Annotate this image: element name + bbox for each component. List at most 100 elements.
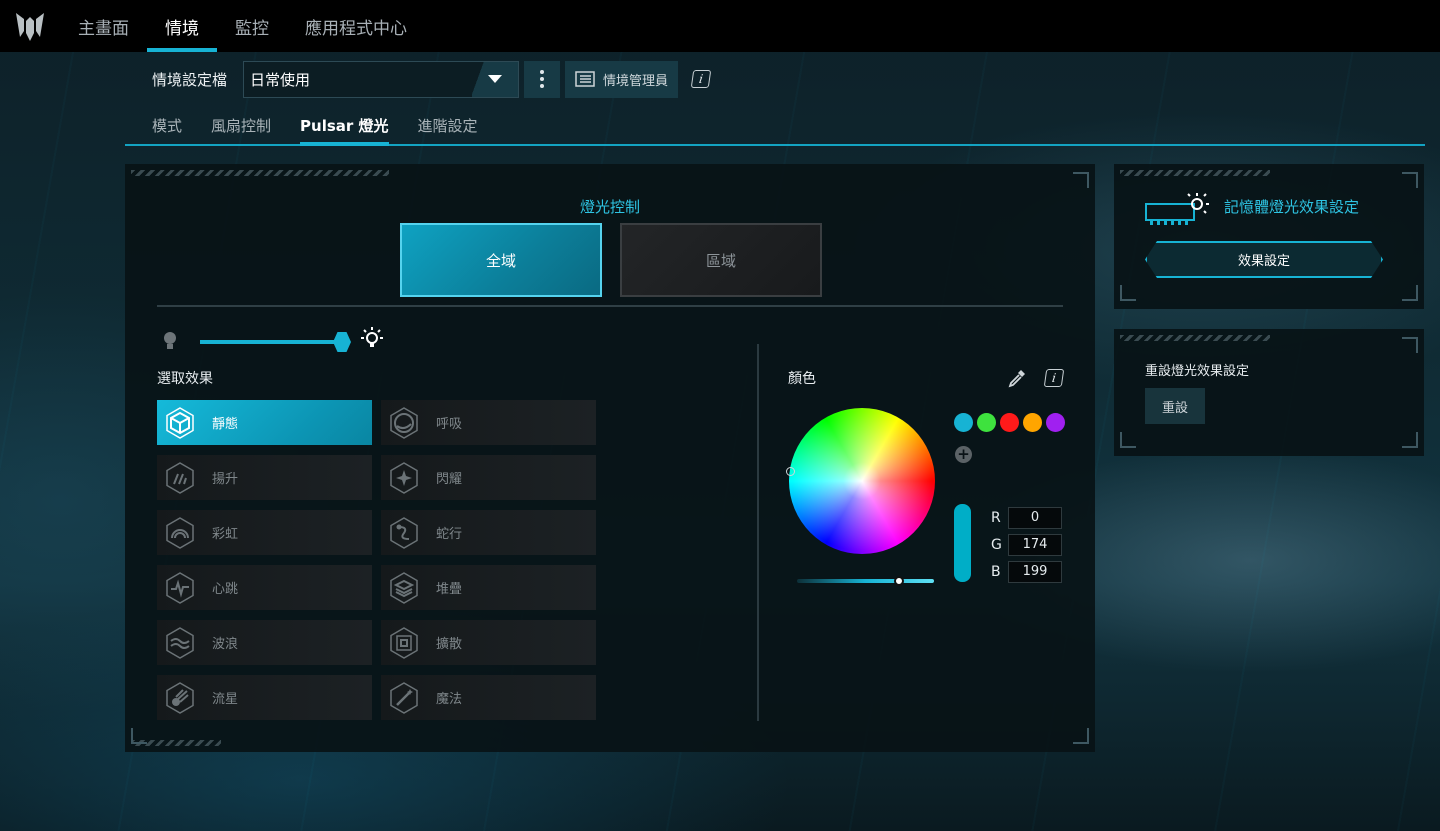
panel-corner <box>1073 728 1089 744</box>
predator-logo-icon <box>0 0 60 52</box>
effect-label: 堆疊 <box>436 582 463 597</box>
effect-settings-button[interactable]: 效果設定 <box>1145 241 1383 278</box>
effect-label: 蛇行 <box>436 527 463 542</box>
effect-button-rise[interactable]: 揚升 <box>157 455 372 500</box>
profile-manager-button[interactable]: 情境管理員 <box>565 60 679 98</box>
sub-tabs: 模式 風扇控制 Pulsar 燈光 進階設定 <box>125 108 1425 146</box>
rise-icon <box>164 461 196 494</box>
snake-icon <box>388 516 420 549</box>
effect-button-heartbeat[interactable]: 心跳 <box>157 565 372 610</box>
effect-label: 閃耀 <box>436 472 463 487</box>
effect-label: 揚升 <box>212 472 239 487</box>
top-nav: 主畫面 情境 監控 應用程式中心 <box>0 0 1440 52</box>
color-title: 顏色 <box>788 371 816 387</box>
lighting-panel: 燈光控制 全域 區域 選取效果 靜態 呼吸揚升 閃耀彩虹 蛇行心跳 堆疊波浪 擴散流星 魔法… <box>125 164 1095 752</box>
eyedropper-icon[interactable] <box>1007 368 1027 388</box>
info-icon[interactable]: i <box>690 70 712 88</box>
color-swatch[interactable] <box>954 413 973 432</box>
stack-icon <box>388 571 420 604</box>
profile-row: 情境設定檔 日常使用 情境管理員 i <box>152 60 712 98</box>
effect-button-cube[interactable]: 靜態 <box>157 400 372 445</box>
color-wheel-picker[interactable] <box>786 467 795 476</box>
tab-fan-control[interactable]: 風扇控制 <box>211 108 271 144</box>
divider <box>157 305 1063 307</box>
color-swatches <box>954 413 1065 432</box>
panel-corner <box>1120 432 1136 448</box>
memory-lighting-panel: 記憶體燈光效果設定 效果設定 <box>1114 164 1424 309</box>
wave-icon <box>164 626 196 659</box>
memory-module-icon <box>1145 193 1209 225</box>
effect-button-snake[interactable]: 蛇行 <box>381 510 596 555</box>
effect-button-sparkle[interactable]: 閃耀 <box>381 455 596 500</box>
color-swatch[interactable] <box>1000 413 1019 432</box>
effect-label: 彩虹 <box>212 527 239 542</box>
panel-corner <box>1402 432 1418 448</box>
effect-label: 流星 <box>212 692 239 707</box>
effect-button-breath[interactable]: 呼吸 <box>381 400 596 445</box>
b-input[interactable] <box>1008 560 1062 583</box>
color-swatch[interactable] <box>1046 413 1065 432</box>
cube-icon <box>164 406 196 439</box>
lighting-control-title: 燈光控制 <box>579 198 640 216</box>
color-swatch[interactable] <box>1023 413 1042 432</box>
chevron-down-icon <box>472 61 519 97</box>
reset-button[interactable]: 重設 <box>1145 388 1205 424</box>
ripple-icon <box>388 626 420 659</box>
color-info-icon[interactable]: i <box>1043 369 1065 387</box>
effects-title: 選取效果 <box>157 371 213 387</box>
sparkle-icon <box>388 461 420 494</box>
panel-deco-stripe <box>1120 335 1270 341</box>
nav-tab-scenario[interactable]: 情境 <box>147 0 217 52</box>
breath-icon <box>388 406 420 439</box>
effect-button-magic-wand[interactable]: 魔法 <box>381 675 596 720</box>
effects-grid: 靜態 呼吸揚升 閃耀彩虹 蛇行心跳 堆疊波浪 擴散流星 魔法 <box>157 400 597 720</box>
global-mode-button[interactable]: 全域 <box>400 223 602 297</box>
panel-corner <box>131 728 147 744</box>
effect-button-wave[interactable]: 波浪 <box>157 620 372 665</box>
tab-advanced-settings[interactable]: 進階設定 <box>418 108 478 144</box>
effect-label: 魔法 <box>436 692 463 707</box>
color-swatch[interactable] <box>977 413 996 432</box>
reset-lighting-title: 重設燈光效果設定 <box>1145 364 1250 379</box>
zone-mode-button[interactable]: 區域 <box>620 223 822 297</box>
profile-manager-label: 情境管理員 <box>603 73 669 89</box>
add-swatch-icon[interactable]: + <box>955 446 972 463</box>
dim-bulb-icon <box>164 332 176 349</box>
b-label: B <box>991 563 1001 580</box>
bright-bulb-icon <box>361 327 383 347</box>
list-icon <box>575 71 595 87</box>
panel-corner <box>1120 285 1136 301</box>
reset-lighting-panel: 重設燈光效果設定 重設 <box>1114 329 1424 456</box>
memory-lighting-title: 記憶體燈光效果設定 <box>1224 198 1360 216</box>
effect-button-ripple[interactable]: 擴散 <box>381 620 596 665</box>
effect-label: 呼吸 <box>436 417 463 432</box>
brightness-slider-thumb[interactable] <box>333 332 351 352</box>
effect-label: 擴散 <box>436 637 463 652</box>
r-input[interactable] <box>1008 506 1062 529</box>
effect-button-stack[interactable]: 堆疊 <box>381 565 596 610</box>
panel-corner <box>1402 172 1418 188</box>
nav-tab-home[interactable]: 主畫面 <box>60 0 147 52</box>
profile-label: 情境設定檔 <box>152 70 228 89</box>
nav-tab-app-center[interactable]: 應用程式中心 <box>287 0 425 52</box>
brightness-row <box>163 326 423 356</box>
effect-button-rainbow[interactable]: 彩虹 <box>157 510 372 555</box>
panel-corner <box>1073 172 1089 188</box>
effect-label: 心跳 <box>212 582 239 597</box>
more-options-button[interactable] <box>524 60 561 98</box>
nav-tab-monitor[interactable]: 監控 <box>217 0 287 52</box>
brightness-slider-track[interactable] <box>200 340 340 344</box>
profile-dropdown[interactable]: 日常使用 <box>243 60 520 98</box>
color-slider-track[interactable] <box>797 579 934 583</box>
effect-label: 靜態 <box>212 417 239 432</box>
profile-selected-value: 日常使用 <box>250 70 311 89</box>
rgb-inputs: R G B <box>991 504 1062 585</box>
g-input[interactable] <box>1008 533 1062 556</box>
effect-button-meteor[interactable]: 流星 <box>157 675 372 720</box>
tab-mode[interactable]: 模式 <box>152 108 182 144</box>
rainbow-icon <box>164 516 196 549</box>
color-wheel[interactable] <box>789 408 935 554</box>
heartbeat-icon <box>164 571 196 604</box>
color-slider-thumb[interactable] <box>894 576 904 586</box>
tab-pulsar-lighting[interactable]: Pulsar 燈光 <box>300 108 390 146</box>
